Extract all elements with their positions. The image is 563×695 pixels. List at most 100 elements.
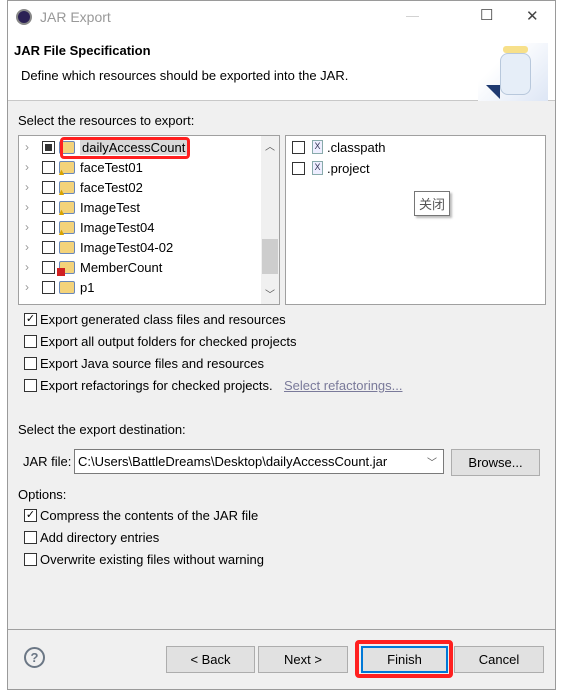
help-icon: ?: [30, 650, 39, 665]
checkbox-label: Add directory entries: [40, 530, 160, 545]
warning-icon: ▲: [57, 187, 66, 197]
jar-icon: [478, 43, 548, 101]
error-icon: [57, 268, 65, 276]
tree-item-facetest01[interactable]: › ▲ faceTest01: [19, 158, 259, 178]
jar-file-label: JAR file:: [23, 454, 72, 469]
tree-item-imagetest04-02[interactable]: › ImageTest04-02: [19, 238, 259, 258]
destination-label: Select the export destination:: [18, 422, 186, 437]
expand-chevron-icon[interactable]: ›: [25, 260, 29, 274]
scroll-up-icon[interactable]: ︿: [265, 138, 275, 153]
project-tree[interactable]: › dailyAccessCount › ▲ faceTest01 › ▲ faceTest0…: [18, 135, 280, 305]
project-name: ImageTest: [80, 200, 140, 215]
separator: [8, 629, 555, 630]
resources-label: Select the resources to export:: [18, 113, 195, 128]
file-item[interactable]: X .project: [286, 159, 526, 179]
project-checkbox[interactable]: [42, 161, 55, 174]
option-checkbox-row[interactable]: Export Java source files and resources: [24, 354, 424, 374]
project-folder-icon: [59, 281, 75, 294]
project-checkbox[interactable]: [42, 261, 55, 274]
options-label: Options:: [18, 487, 67, 502]
checkbox-label: Compress the contents of the JAR file: [40, 508, 259, 523]
jar-file-combo[interactable]: C:\Users\BattleDreams\Desktop\dailyAcces…: [74, 449, 444, 474]
tooltip-text: 关闭: [419, 197, 446, 212]
file-checkbox[interactable]: [292, 162, 305, 175]
project-name: p1: [80, 280, 95, 295]
checkbox[interactable]: [24, 531, 37, 544]
tree-item-imagetest04[interactable]: › ▲ ImageTest04: [19, 218, 259, 238]
tree-item-facetest02[interactable]: › ▲ faceTest02: [19, 178, 259, 198]
expand-chevron-icon[interactable]: ›: [25, 160, 29, 174]
project-name: faceTest01: [80, 160, 143, 175]
browse-button[interactable]: Browse...: [451, 449, 540, 476]
jar-export-dialog: JAR Export — ☐ ✕ JAR File Specification …: [7, 0, 556, 690]
checkbox[interactable]: [24, 553, 37, 566]
checkbox[interactable]: [24, 357, 37, 370]
file-checkbox[interactable]: [292, 141, 305, 154]
project-name: faceTest02: [80, 180, 143, 195]
checkbox[interactable]: ✓: [24, 509, 37, 522]
jar-file-input[interactable]: C:\Users\BattleDreams\Desktop\dailyAcces…: [78, 454, 387, 469]
xml-file-icon: X: [312, 161, 323, 175]
title-bar: JAR Export — ☐ ✕: [8, 1, 555, 33]
option-checkbox-row[interactable]: ✓ Export generated class files and resour…: [24, 310, 424, 330]
checkbox[interactable]: [24, 335, 37, 348]
expand-chevron-icon[interactable]: ›: [25, 180, 29, 194]
option-checkbox-row[interactable]: Export all output folders for checked pr…: [24, 332, 424, 352]
select-refactorings-link[interactable]: Select refactorings...: [284, 378, 403, 393]
project-folder-icon: [59, 241, 75, 254]
checkbox-label: Export Java source files and resources: [40, 356, 264, 371]
project-checkbox[interactable]: [42, 181, 55, 194]
page-description: Define which resources should be exporte…: [21, 68, 349, 83]
tree-item-membercount[interactable]: › MemberCount: [19, 258, 259, 278]
checkbox[interactable]: [24, 379, 37, 392]
xml-file-icon: X: [312, 140, 323, 154]
project-name: ImageTest04-02: [80, 240, 174, 255]
next-button[interactable]: Next >: [258, 646, 348, 673]
file-name: .project: [327, 161, 370, 176]
project-checkbox[interactable]: [42, 281, 55, 294]
option-checkbox-row[interactable]: ✓ Compress the contents of the JAR file: [24, 506, 424, 526]
selection-highlight: [60, 137, 190, 159]
close-button[interactable]: ✕: [526, 7, 539, 25]
project-name: MemberCount: [80, 260, 163, 275]
project-name: ImageTest04: [80, 220, 155, 235]
window-title: JAR Export: [40, 9, 111, 25]
minimize-button[interactable]: —: [406, 8, 419, 23]
checkbox-label: Export all output folders for checked pr…: [40, 334, 297, 349]
expand-chevron-icon[interactable]: ›: [25, 240, 29, 254]
expand-chevron-icon[interactable]: ›: [25, 200, 29, 214]
finish-button[interactable]: Finish: [361, 646, 448, 673]
option-checkbox-row[interactable]: Overwrite existing files without warning: [24, 550, 424, 570]
checkbox-label: Export generated class files and resourc…: [40, 312, 286, 327]
expand-chevron-icon[interactable]: ›: [25, 220, 29, 234]
project-checkbox[interactable]: [42, 241, 55, 254]
tree-item-imagetest[interactable]: › ▲ ImageTest: [19, 198, 259, 218]
checkbox[interactable]: ✓: [24, 313, 37, 326]
tree-item-p1[interactable]: › p1: [19, 278, 259, 298]
expand-chevron-icon[interactable]: ›: [25, 140, 29, 154]
warning-icon: ▲: [57, 227, 66, 237]
file-name: .classpath: [327, 140, 386, 155]
expand-chevron-icon[interactable]: ›: [25, 280, 29, 294]
chevron-down-icon[interactable]: ﹀: [427, 454, 437, 469]
back-button[interactable]: < Back: [166, 646, 255, 673]
eclipse-icon: [16, 9, 32, 25]
scroll-thumb[interactable]: [262, 239, 278, 274]
file-item[interactable]: X .classpath: [286, 138, 526, 158]
file-list[interactable]: X .classpath X .project 关闭: [285, 135, 546, 305]
checkbox-label: Overwrite existing files without warning: [40, 552, 264, 567]
warning-icon: ▲: [57, 167, 66, 177]
tree-scrollbar[interactable]: ︿ ﹀: [261, 136, 279, 304]
checkbox-label: Export refactorings for checked projects…: [40, 378, 273, 393]
project-checkbox[interactable]: [42, 221, 55, 234]
project-checkbox[interactable]: [42, 201, 55, 214]
warning-icon: ▲: [57, 207, 66, 217]
maximize-button[interactable]: ☐: [480, 6, 493, 24]
option-checkbox-row[interactable]: Add directory entries: [24, 528, 424, 548]
cancel-button[interactable]: Cancel: [454, 646, 544, 673]
project-checkbox[interactable]: [42, 141, 55, 154]
scroll-down-icon[interactable]: ﹀: [265, 286, 275, 301]
page-title: JAR File Specification: [14, 43, 151, 58]
wizard-header: JAR File Specification Define which reso…: [8, 33, 555, 101]
help-button[interactable]: ?: [24, 647, 45, 668]
